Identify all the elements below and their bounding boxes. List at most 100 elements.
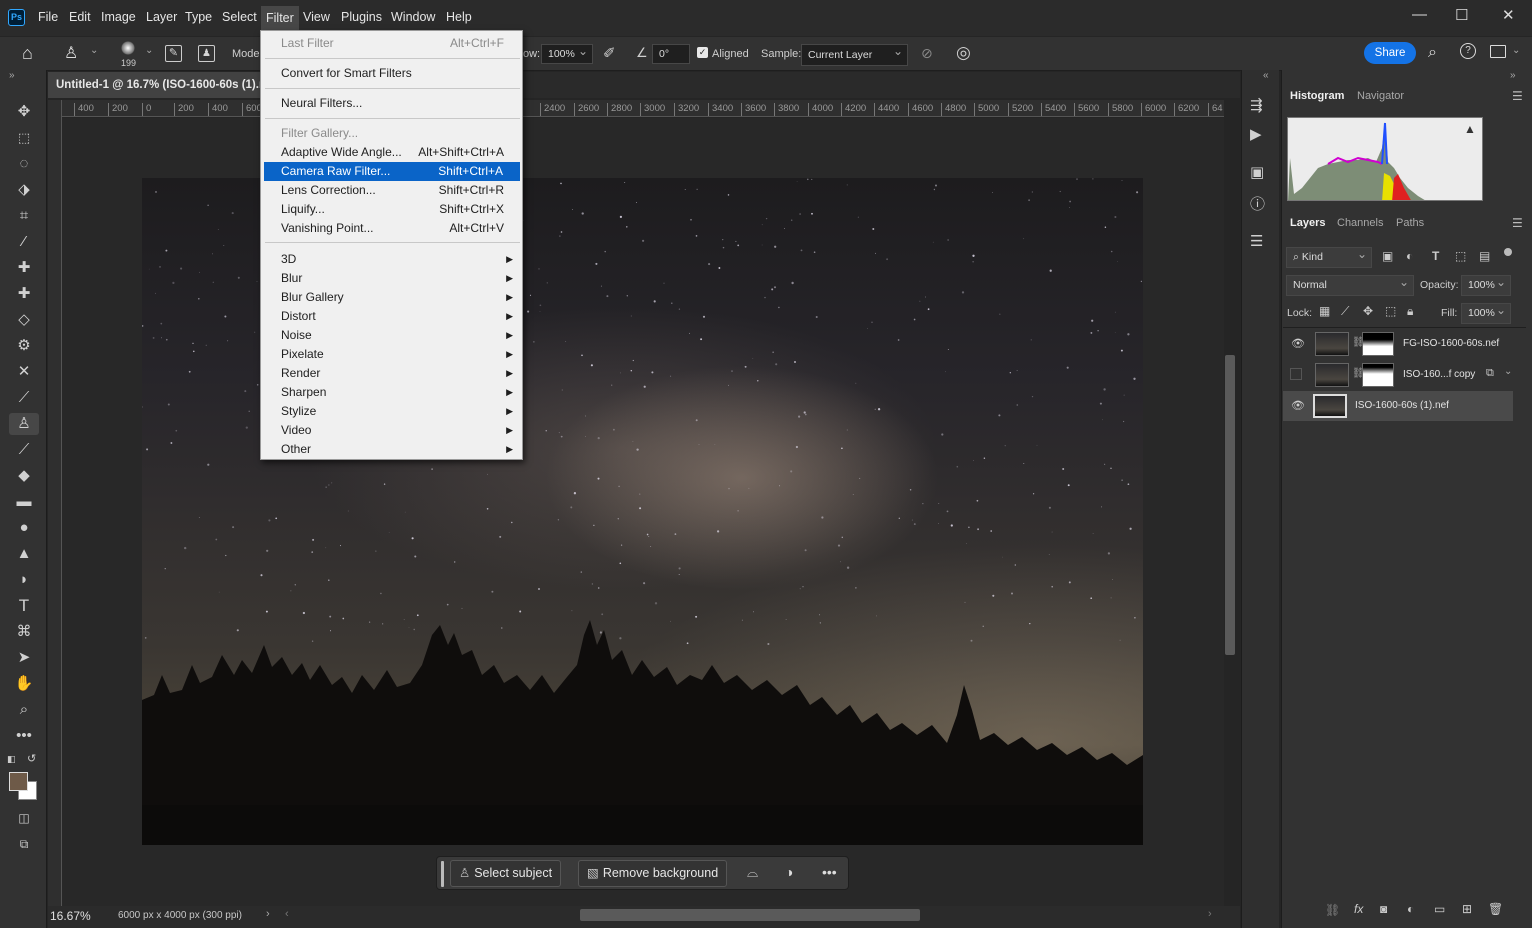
menu-window[interactable]: Window (387, 10, 439, 24)
blend-mode-select[interactable]: Normal (1286, 275, 1414, 296)
submenu-video[interactable]: Video ▶ (262, 421, 521, 440)
patch-tool-icon[interactable]: ◇ (12, 309, 36, 331)
lasso-tool-icon[interactable]: ◌ (12, 153, 36, 175)
menu-item-lens-correction[interactable]: Lens Correction... Shift+Ctrl+R (262, 181, 521, 200)
filter-type-icon[interactable]: T (1432, 249, 1439, 263)
submenu-sharpen[interactable]: Sharpen ▶ (262, 383, 521, 402)
pressure-icon[interactable]: ◎ (956, 43, 971, 63)
history-brush-tool-icon[interactable]: ⟋ (12, 439, 36, 461)
chevron-down-icon[interactable]: ⌄ (1512, 45, 1520, 56)
chevron-down-icon[interactable]: ⌄ (90, 45, 98, 56)
visibility-eye-icon[interactable]: 👁︎ (1291, 337, 1305, 350)
submenu-blur-gallery[interactable]: Blur Gallery ▶ (262, 288, 521, 307)
new-layer-icon[interactable]: ⊞ (1462, 902, 1472, 916)
scroll-left-icon[interactable]: ‹ (285, 908, 289, 920)
filter-pixel-icon[interactable]: ▣ (1382, 249, 1393, 263)
lock-position-icon[interactable]: ✥ (1363, 304, 1373, 318)
layer-mask-thumbnail[interactable] (1362, 363, 1394, 387)
filter-smart-object-icon[interactable]: ▤ (1479, 249, 1490, 263)
hand-tool-icon[interactable]: ✋ (12, 673, 36, 695)
menu-edit[interactable]: Edit (65, 10, 95, 24)
tab-layers[interactable]: Layers (1290, 217, 1325, 229)
dodge-tool-icon[interactable]: ▲ (12, 543, 36, 565)
collapse-icon[interactable]: » (9, 70, 15, 81)
fx-icon[interactable]: fx (1354, 902, 1363, 916)
collapse-icon[interactable]: » (1510, 70, 1516, 81)
submenu-other[interactable]: Other ▶ (262, 440, 521, 459)
submenu-render[interactable]: Render ▶ (262, 364, 521, 383)
link-layers-icon[interactable]: ⛓︎ (1325, 903, 1340, 917)
smart-filter-icon[interactable]: ⧉ (1486, 367, 1494, 380)
chevron-right-icon[interactable]: › (266, 908, 270, 920)
menu-item-liquify[interactable]: Liquify... Shift+Ctrl+X (262, 200, 521, 219)
quick-mask-icon[interactable]: ◫ (12, 807, 36, 829)
layer-mask-thumbnail[interactable] (1362, 332, 1394, 356)
marquee-tool-icon[interactable]: ⬚ (12, 127, 36, 149)
blur-tool-icon[interactable]: ● (12, 517, 36, 539)
tab-channels[interactable]: Channels (1337, 217, 1383, 229)
horizontal-scrollbar[interactable] (580, 909, 920, 921)
clone-stamp-tool-icon[interactable]: ♙ (9, 413, 39, 435)
lock-transparent-icon[interactable]: ▦ (1319, 304, 1330, 318)
filter-adjustment-icon[interactable]: ◐ (1406, 249, 1413, 263)
collapse-icon[interactable]: « (1263, 70, 1269, 81)
properties-icon[interactable]: ☰ (1250, 232, 1263, 250)
swap-colors-icon[interactable]: ↺ (27, 752, 36, 765)
adjustment-icon[interactable]: ◑ (785, 864, 793, 880)
menu-item-adaptive-wide-angle[interactable]: Adaptive Wide Angle... Alt+Shift+Ctrl+A (262, 143, 521, 162)
submenu-blur[interactable]: Blur ▶ (262, 269, 521, 288)
menu-item-convert-smart-filters[interactable]: Convert for Smart Filters (262, 64, 521, 83)
type-tool-icon[interactable]: T (12, 595, 36, 617)
flow-field[interactable]: 100% (541, 44, 593, 64)
brush-tool-icon[interactable]: ⟋ (12, 387, 36, 409)
more-options-icon[interactable]: ••• (822, 864, 837, 880)
menu-file[interactable]: File (34, 10, 62, 24)
select-subject-button[interactable]: ♙ Select subject (450, 860, 562, 887)
remove-background-button[interactable]: ▧ Remove background (578, 860, 728, 887)
menu-item-camera-raw-filter[interactable]: Camera Raw Filter... Shift+Ctrl+A (264, 162, 520, 181)
lock-artboard-icon[interactable]: ⬚ (1385, 304, 1396, 318)
airbrush-icon[interactable]: ✐ (603, 44, 616, 62)
share-button[interactable]: Share (1364, 42, 1416, 64)
object-selection-tool-icon[interactable]: ⬗ (12, 179, 36, 201)
menu-item-neural-filters[interactable]: Neural Filters... (262, 94, 521, 113)
info-icon[interactable]: ⓘ (1250, 193, 1265, 214)
clone-stamp-preset-icon[interactable]: ♙ (64, 43, 78, 63)
aligned-checkbox[interactable]: ✓ (697, 47, 708, 58)
menu-layer[interactable]: Layer (142, 10, 181, 24)
spot-healing-tool-icon[interactable]: ✚ (12, 257, 36, 279)
content-aware-tool-icon[interactable]: ⚙ (12, 335, 36, 357)
layer-row[interactable]: 👁︎ ⛓︎ FG-ISO-1600-60s.nef (1283, 329, 1513, 359)
zoom-level[interactable]: 16.67% (50, 909, 91, 923)
menu-select[interactable]: Select (218, 10, 261, 24)
menu-item-vanishing-point[interactable]: Vanishing Point... Alt+Ctrl+V (262, 219, 521, 238)
crop-tool-icon[interactable]: ⌗ (12, 205, 36, 227)
tab-paths[interactable]: Paths (1396, 217, 1424, 229)
maximize-button[interactable]: ☐ (1455, 6, 1468, 24)
chevron-down-icon[interactable]: ⌄ (1504, 366, 1512, 377)
vertical-scrollbar[interactable] (1225, 355, 1235, 655)
layer-filter-select[interactable]: ⌕ Kind (1286, 247, 1372, 268)
menu-view[interactable]: View (299, 10, 334, 24)
transform-icon[interactable]: ⌓ (747, 864, 758, 881)
layer-row[interactable]: ⛓︎ ISO-160...f copy ⧉ ⌄ (1283, 360, 1513, 390)
panel-menu-icon[interactable]: ☰ (1512, 216, 1523, 230)
submenu-distort[interactable]: Distort ▶ (262, 307, 521, 326)
eraser-tool-icon[interactable]: ◆ (12, 465, 36, 487)
search-icon[interactable]: ⌕ (1428, 44, 1437, 62)
filter-shape-icon[interactable]: ⬚ (1455, 249, 1466, 263)
direct-selection-tool-icon[interactable]: ➤ (12, 647, 36, 669)
submenu-3d[interactable]: 3D ▶ (262, 250, 521, 269)
layer-row[interactable]: 👁︎ ISO-1600-60s (1).nef (1283, 391, 1513, 421)
pen-tool-icon[interactable]: ◗ (12, 569, 36, 591)
lock-pixels-icon[interactable]: ⟋ (1341, 304, 1349, 319)
new-group-icon[interactable]: ▭ (1434, 902, 1445, 916)
menu-plugins[interactable]: Plugins (337, 10, 386, 24)
libraries-icon[interactable]: ▣ (1250, 163, 1264, 181)
home-icon[interactable]: ⌂ (22, 43, 33, 64)
menu-type[interactable]: Type (181, 10, 216, 24)
submenu-noise[interactable]: Noise ▶ (262, 326, 521, 345)
warning-icon[interactable]: ▲ (1464, 122, 1476, 136)
scroll-right-icon[interactable]: › (1208, 908, 1212, 920)
more-tools-icon[interactable]: ••• (12, 725, 36, 747)
